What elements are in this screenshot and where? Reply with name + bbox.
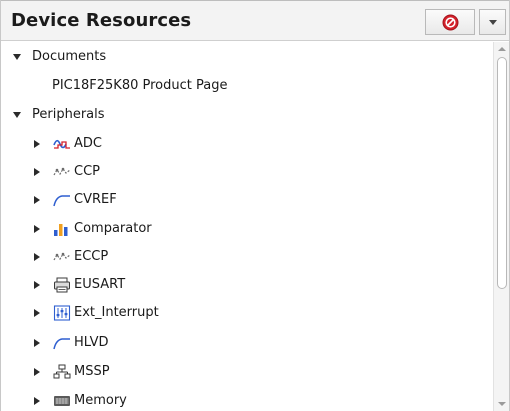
tree-item-comparator[interactable]: Comparator — [1, 215, 493, 243]
tree-item-label: CVREF — [74, 192, 117, 207]
tree-item-label: EUSART — [74, 277, 126, 292]
panel-header: Device Resources — [1, 0, 509, 41]
tree-item-label: ECCP — [74, 249, 109, 264]
collapse-arrow-icon[interactable] — [34, 196, 40, 204]
tree-node-documents[interactable]: Documents — [1, 43, 493, 71]
tree-item-label: HLVD — [74, 335, 109, 350]
eccp-icon — [53, 252, 71, 261]
scrollbar-thumb[interactable] — [497, 57, 507, 289]
tree-item-eccp[interactable]: ECCP — [1, 243, 493, 271]
ccp-icon — [53, 167, 71, 176]
clear-filter-button[interactable] — [425, 9, 475, 35]
memory-icon — [54, 396, 70, 406]
tree-item-label: ADC — [74, 136, 102, 151]
tree-item-eusart[interactable]: EUSART — [1, 271, 493, 299]
device-resources-panel: Device Resources Documents PIC18F25K80 P… — [0, 0, 510, 411]
cvref-icon — [53, 195, 70, 207]
collapse-arrow-icon[interactable] — [34, 397, 40, 405]
tree-item-ext-interrupt[interactable]: Ext_Interrupt — [1, 299, 493, 327]
collapse-arrow-icon[interactable] — [34, 225, 40, 233]
tree-node-label: Documents — [32, 49, 107, 64]
tree-item-hlvd[interactable]: HLVD — [1, 329, 493, 357]
tree-item-label: Comparator — [74, 221, 152, 236]
expand-arrow-icon[interactable] — [13, 54, 21, 60]
stop-icon — [442, 14, 459, 31]
collapse-arrow-icon[interactable] — [34, 281, 40, 289]
collapse-arrow-icon[interactable] — [34, 309, 40, 317]
eusart-icon — [54, 277, 70, 293]
collapse-arrow-icon[interactable] — [34, 140, 40, 148]
collapse-arrow-icon[interactable] — [34, 368, 40, 376]
tree-item-adc[interactable]: ADC — [1, 130, 493, 158]
tree-item-label: MSSP — [74, 364, 110, 379]
expand-arrow-icon[interactable] — [13, 112, 21, 118]
scroll-down-icon[interactable] — [498, 402, 506, 406]
mssp-icon — [53, 364, 71, 379]
tree-item-label: PIC18F25K80 Product Page — [52, 78, 228, 93]
resource-tree: Documents PIC18F25K80 Product Page Perip… — [1, 42, 493, 411]
tree-item-cvref[interactable]: CVREF — [1, 186, 493, 214]
hlvd-icon — [53, 338, 70, 350]
tree-item-memory[interactable]: Memory — [1, 387, 493, 411]
tree-item-label: Memory — [74, 393, 127, 408]
ext-interrupt-icon — [53, 305, 71, 321]
tree-item-label: CCP — [74, 164, 100, 179]
adc-icon — [53, 139, 70, 149]
tree-node-peripherals[interactable]: Peripherals — [1, 101, 493, 129]
vertical-scrollbar[interactable] — [493, 42, 509, 411]
panel-title: Device Resources — [11, 10, 192, 31]
collapse-arrow-icon[interactable] — [34, 168, 40, 176]
chevron-down-icon — [489, 20, 497, 25]
collapse-arrow-icon[interactable] — [34, 339, 40, 347]
tree-item-mssp[interactable]: MSSP — [1, 358, 493, 386]
panel-menu-dropdown[interactable] — [479, 9, 506, 35]
tree-item-ccp[interactable]: CCP — [1, 158, 493, 186]
comparator-icon — [54, 224, 68, 236]
collapse-arrow-icon[interactable] — [34, 253, 40, 261]
tree-item-product-page[interactable]: PIC18F25K80 Product Page — [1, 72, 493, 100]
scroll-up-icon[interactable] — [498, 47, 506, 51]
tree-item-label: Ext_Interrupt — [74, 305, 159, 320]
tree-node-label: Peripherals — [32, 107, 105, 122]
